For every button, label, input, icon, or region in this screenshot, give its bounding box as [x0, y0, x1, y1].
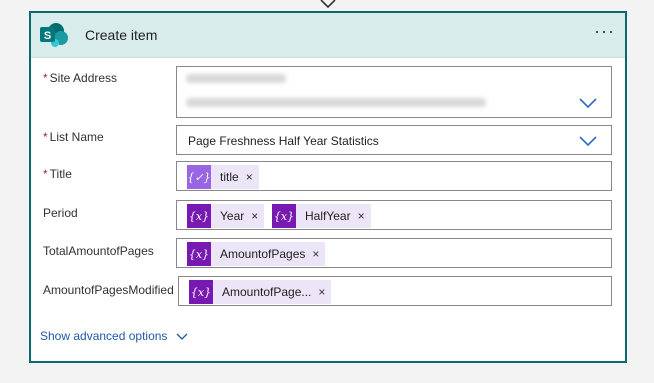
show-advanced-options-link[interactable]: Show advanced options: [40, 329, 188, 343]
site-address-blurred-url: [186, 98, 486, 107]
variable-icon: {x}: [189, 280, 213, 304]
amount-of-pages-modified-input[interactable]: {x} AmountofPage... ×: [178, 276, 612, 306]
site-address-dropdown[interactable]: [176, 66, 612, 118]
amount-of-pages-modified-label: AmountofPagesModified: [43, 283, 174, 297]
card-header[interactable]: S Create item ···: [31, 13, 625, 58]
list-name-label: * List Name: [43, 130, 104, 144]
card-title: Create item: [85, 27, 158, 43]
remove-token-button[interactable]: ×: [358, 209, 365, 223]
token-label: AmountofPage...: [222, 285, 312, 299]
title-label: * Title: [43, 167, 72, 181]
flow-connector-arrow-icon: [320, 0, 336, 9]
remove-token-button[interactable]: ×: [246, 170, 253, 184]
sharepoint-logo-icon: S: [40, 23, 68, 47]
chevron-down-icon[interactable]: [579, 98, 597, 108]
variable-icon: {x}: [272, 204, 296, 228]
remove-token-button[interactable]: ×: [312, 247, 319, 261]
total-amount-of-pages-label: TotalAmountofPages: [43, 244, 154, 258]
dynamic-content-token[interactable]: {x} AmountofPages ×: [187, 242, 326, 266]
token-label: AmountofPages: [220, 247, 306, 261]
dynamic-content-token[interactable]: {x} Year ×: [187, 204, 265, 228]
chevron-down-icon: [176, 333, 188, 340]
chevron-down-icon[interactable]: [579, 136, 597, 146]
dynamic-content-token[interactable]: {x} AmountofPage... ×: [189, 280, 332, 304]
token-label: HalfYear: [305, 209, 351, 223]
list-name-value: Page Freshness Half Year Statistics: [188, 134, 379, 148]
list-name-dropdown[interactable]: Page Freshness Half Year Statistics: [176, 125, 612, 155]
period-input[interactable]: {x} Year × {x} HalfYear ×: [176, 200, 612, 230]
create-item-action-card: S Create item ··· * Site Address * List Na…: [29, 11, 627, 363]
period-label: Period: [43, 206, 78, 220]
site-address-label: * Site Address: [43, 71, 118, 85]
site-address-blurred-name: [186, 74, 286, 83]
remove-token-button[interactable]: ×: [318, 285, 325, 299]
dynamic-content-token[interactable]: {x} HalfYear ×: [272, 204, 371, 228]
title-input[interactable]: {✓} title ×: [176, 161, 612, 191]
show-advanced-options-label: Show advanced options: [40, 329, 168, 343]
variable-icon: {x}: [187, 204, 211, 228]
dynamic-content-token[interactable]: {✓} title ×: [187, 165, 259, 189]
expression-icon: {✓}: [187, 165, 211, 189]
variable-icon: {x}: [187, 242, 211, 266]
remove-token-button[interactable]: ×: [251, 209, 258, 223]
more-options-button[interactable]: ···: [594, 21, 615, 42]
svg-text:S: S: [44, 30, 51, 42]
total-amount-of-pages-input[interactable]: {x} AmountofPages ×: [176, 238, 612, 268]
token-label: Year: [220, 209, 245, 223]
token-label: title: [220, 170, 239, 184]
